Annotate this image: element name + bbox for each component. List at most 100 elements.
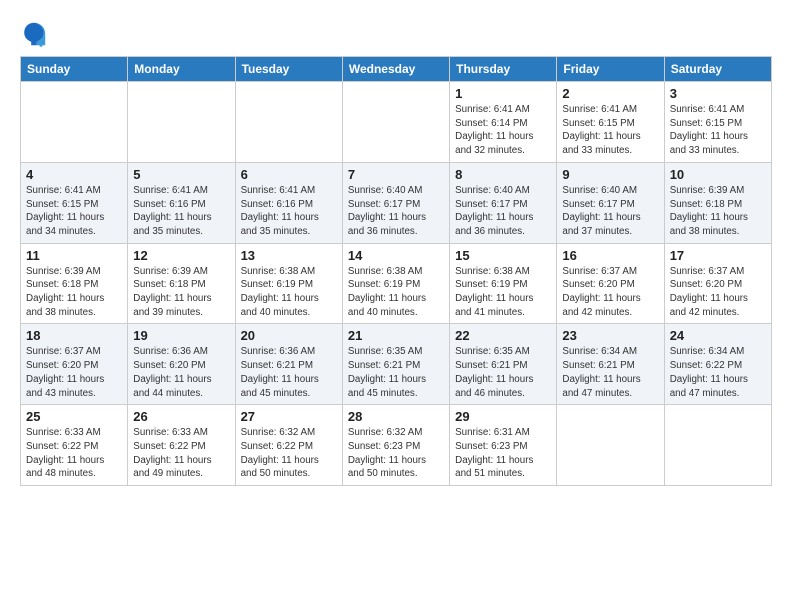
- calendar-cell: 28Sunrise: 6:32 AM Sunset: 6:23 PM Dayli…: [342, 405, 449, 486]
- day-header-monday: Monday: [128, 57, 235, 82]
- day-info: Sunrise: 6:37 AM Sunset: 6:20 PM Dayligh…: [562, 265, 658, 320]
- calendar-cell: 7 Sunrise: 6:40 AM Sunset: 6:17 PM Daylig…: [342, 162, 449, 243]
- calendar-cell: 26 Sunrise: 6:33 AM Sunset: 6:22 PM Dayli…: [128, 405, 235, 486]
- calendar-cell: [557, 405, 664, 486]
- calendar-cell: [128, 82, 235, 163]
- calendar-week-5: 25 Sunrise: 6:33 AM Sunset: 6:22 PM Dayli…: [21, 405, 772, 486]
- day-number: 10: [670, 167, 766, 182]
- calendar-cell: 10 Sunrise: 6:39 AM Sunset: 6:18 PM Dayli…: [664, 162, 771, 243]
- day-info: Sunrise: 6:34 AM Sunset: 6:21 PM Dayligh…: [562, 345, 658, 400]
- calendar-cell: 9Sunrise: 6:40 AM Sunset: 6:17 PM Daylig…: [557, 162, 664, 243]
- calendar-cell: 16 Sunrise: 6:37 AM Sunset: 6:20 PM Dayli…: [557, 243, 664, 324]
- calendar-cell: 8 Sunrise: 6:40 AM Sunset: 6:17 PM Daylig…: [450, 162, 557, 243]
- day-number: 5: [133, 167, 229, 182]
- calendar-cell: 23 Sunrise: 6:34 AM Sunset: 6:21 PM Dayli…: [557, 324, 664, 405]
- calendar-week-2: 4 Sunrise: 6:41 AM Sunset: 6:15 PM Daylig…: [21, 162, 772, 243]
- day-header-tuesday: Tuesday: [235, 57, 342, 82]
- day-info: Sunrise: 6:37 AM Sunset: 6:20 PM Dayligh…: [670, 265, 766, 320]
- calendar-cell: 11 Sunrise: 6:39 AM Sunset: 6:18 PM Dayli…: [21, 243, 128, 324]
- day-number: 7: [348, 167, 444, 182]
- day-info: Sunrise: 6:41 AM Sunset: 6:16 PM Dayligh…: [241, 184, 337, 239]
- day-number: 11: [26, 248, 122, 263]
- day-info: Sunrise: 6:35 AM Sunset: 6:21 PM Dayligh…: [348, 345, 444, 400]
- day-number: 23: [562, 328, 658, 343]
- day-info: Sunrise: 6:40 AM Sunset: 6:17 PM Dayligh…: [455, 184, 551, 239]
- calendar-cell: [21, 82, 128, 163]
- calendar-cell: 29 Sunrise: 6:31 AM Sunset: 6:23 PM Dayli…: [450, 405, 557, 486]
- day-number: 1: [455, 86, 551, 101]
- calendar-week-4: 18 Sunrise: 6:37 AM Sunset: 6:20 PM Dayli…: [21, 324, 772, 405]
- day-info: Sunrise: 6:39 AM Sunset: 6:18 PM Dayligh…: [133, 265, 229, 320]
- day-info: Sunrise: 6:38 AM Sunset: 6:19 PM Dayligh…: [241, 265, 337, 320]
- day-number: 26: [133, 409, 229, 424]
- day-info: Sunrise: 6:38 AM Sunset: 6:19 PM Dayligh…: [348, 265, 444, 320]
- calendar-cell: 22Sunrise: 6:35 AM Sunset: 6:21 PM Dayli…: [450, 324, 557, 405]
- day-info: Sunrise: 6:34 AM Sunset: 6:22 PM Dayligh…: [670, 345, 766, 400]
- calendar-cell: 25 Sunrise: 6:33 AM Sunset: 6:22 PM Dayli…: [21, 405, 128, 486]
- calendar-week-1: 1 Sunrise: 6:41 AM Sunset: 6:14 PM Daylig…: [21, 82, 772, 163]
- day-number: 24: [670, 328, 766, 343]
- day-info: Sunrise: 6:41 AM Sunset: 6:15 PM Dayligh…: [26, 184, 122, 239]
- day-number: 2: [562, 86, 658, 101]
- day-number: 16: [562, 248, 658, 263]
- day-number: 18: [26, 328, 122, 343]
- calendar-cell: 21 Sunrise: 6:35 AM Sunset: 6:21 PM Dayli…: [342, 324, 449, 405]
- day-number: 29: [455, 409, 551, 424]
- day-header-thursday: Thursday: [450, 57, 557, 82]
- day-header-sunday: Sunday: [21, 57, 128, 82]
- day-info: Sunrise: 6:40 AM Sunset: 6:17 PM Dayligh…: [562, 184, 658, 239]
- calendar-cell: 24 Sunrise: 6:34 AM Sunset: 6:22 PM Dayli…: [664, 324, 771, 405]
- day-info: Sunrise: 6:33 AM Sunset: 6:22 PM Dayligh…: [133, 426, 229, 481]
- calendar-cell: 19Sunrise: 6:36 AM Sunset: 6:20 PM Dayli…: [128, 324, 235, 405]
- day-number: 25: [26, 409, 122, 424]
- day-number: 17: [670, 248, 766, 263]
- calendar-cell: 13 Sunrise: 6:38 AM Sunset: 6:19 PM Dayli…: [235, 243, 342, 324]
- calendar-cell: [342, 82, 449, 163]
- calendar-cell: 14 Sunrise: 6:38 AM Sunset: 6:19 PM Dayli…: [342, 243, 449, 324]
- calendar-cell: 15 Sunrise: 6:38 AM Sunset: 6:19 PM Dayli…: [450, 243, 557, 324]
- calendar-cell: 27Sunrise: 6:32 AM Sunset: 6:22 PM Dayli…: [235, 405, 342, 486]
- calendar-cell: [235, 82, 342, 163]
- day-info: Sunrise: 6:41 AM Sunset: 6:14 PM Dayligh…: [455, 103, 551, 158]
- day-number: 28: [348, 409, 444, 424]
- calendar-week-3: 11 Sunrise: 6:39 AM Sunset: 6:18 PM Dayli…: [21, 243, 772, 324]
- day-number: 19: [133, 328, 229, 343]
- logo-icon: [20, 20, 48, 48]
- day-info: Sunrise: 6:39 AM Sunset: 6:18 PM Dayligh…: [26, 265, 122, 320]
- calendar-cell: 20 Sunrise: 6:36 AM Sunset: 6:21 PM Dayli…: [235, 324, 342, 405]
- day-number: 20: [241, 328, 337, 343]
- day-header-wednesday: Wednesday: [342, 57, 449, 82]
- header: [20, 16, 772, 48]
- day-number: 14: [348, 248, 444, 263]
- day-header-friday: Friday: [557, 57, 664, 82]
- day-info: Sunrise: 6:33 AM Sunset: 6:22 PM Dayligh…: [26, 426, 122, 481]
- day-number: 21: [348, 328, 444, 343]
- day-info: Sunrise: 6:36 AM Sunset: 6:21 PM Dayligh…: [241, 345, 337, 400]
- day-number: 4: [26, 167, 122, 182]
- calendar-cell: 18 Sunrise: 6:37 AM Sunset: 6:20 PM Dayli…: [21, 324, 128, 405]
- day-info: Sunrise: 6:40 AM Sunset: 6:17 PM Dayligh…: [348, 184, 444, 239]
- day-number: 3: [670, 86, 766, 101]
- calendar-table: SundayMondayTuesdayWednesdayThursdayFrid…: [20, 56, 772, 486]
- day-info: Sunrise: 6:41 AM Sunset: 6:15 PM Dayligh…: [562, 103, 658, 158]
- calendar-cell: 3Sunrise: 6:41 AM Sunset: 6:15 PM Daylig…: [664, 82, 771, 163]
- day-number: 27: [241, 409, 337, 424]
- calendar-cell: 4 Sunrise: 6:41 AM Sunset: 6:15 PM Daylig…: [21, 162, 128, 243]
- day-info: Sunrise: 6:35 AM Sunset: 6:21 PM Dayligh…: [455, 345, 551, 400]
- day-info: Sunrise: 6:41 AM Sunset: 6:16 PM Dayligh…: [133, 184, 229, 239]
- day-header-saturday: Saturday: [664, 57, 771, 82]
- day-info: Sunrise: 6:38 AM Sunset: 6:19 PM Dayligh…: [455, 265, 551, 320]
- day-info: Sunrise: 6:39 AM Sunset: 6:18 PM Dayligh…: [670, 184, 766, 239]
- day-number: 15: [455, 248, 551, 263]
- logo: [20, 20, 52, 48]
- day-number: 8: [455, 167, 551, 182]
- calendar-cell: 17 Sunrise: 6:37 AM Sunset: 6:20 PM Dayli…: [664, 243, 771, 324]
- day-number: 13: [241, 248, 337, 263]
- day-number: 6: [241, 167, 337, 182]
- day-info: Sunrise: 6:31 AM Sunset: 6:23 PM Dayligh…: [455, 426, 551, 481]
- day-number: 12: [133, 248, 229, 263]
- calendar-cell: 5 Sunrise: 6:41 AM Sunset: 6:16 PM Daylig…: [128, 162, 235, 243]
- day-info: Sunrise: 6:37 AM Sunset: 6:20 PM Dayligh…: [26, 345, 122, 400]
- calendar-cell: 2 Sunrise: 6:41 AM Sunset: 6:15 PM Daylig…: [557, 82, 664, 163]
- calendar-cell: [664, 405, 771, 486]
